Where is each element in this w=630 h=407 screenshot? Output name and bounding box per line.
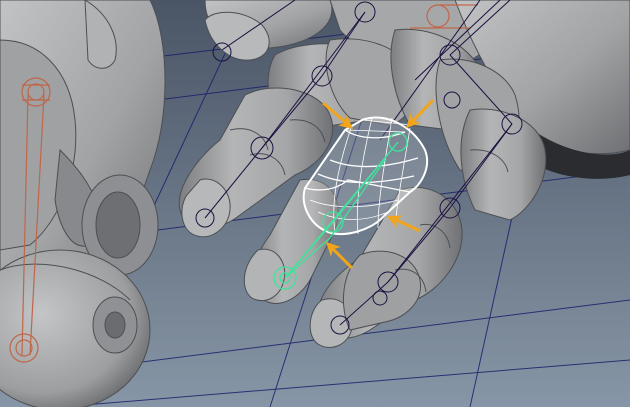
scene[interactable] [0,0,630,407]
viewport-3d[interactable] [0,0,630,407]
